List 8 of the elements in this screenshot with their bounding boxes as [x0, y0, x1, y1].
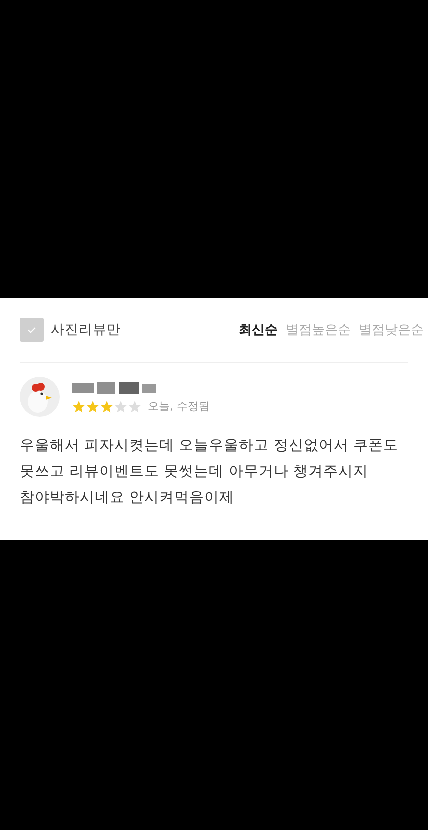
- photo-review-filter-label: 사진리뷰만: [51, 321, 121, 339]
- chicken-avatar-icon: [20, 377, 60, 417]
- checkbox[interactable]: [20, 318, 44, 342]
- review-text: 우울해서 피자시켯는데 오늘우울하고 정신없어서 쿠폰도 못쓰고 리뷰이벤트도 못썻는데 아무거나 챙겨주시지 참야박하시네요 안시켜먹음이제: [20, 437, 400, 508]
- sort-tab[interactable]: 별점높은순: [286, 321, 351, 339]
- sort-tab[interactable]: 별점낮은순: [359, 321, 424, 339]
- sort-tab[interactable]: 최신순: [239, 321, 278, 339]
- review-date: 오늘, 수정됨: [148, 399, 210, 414]
